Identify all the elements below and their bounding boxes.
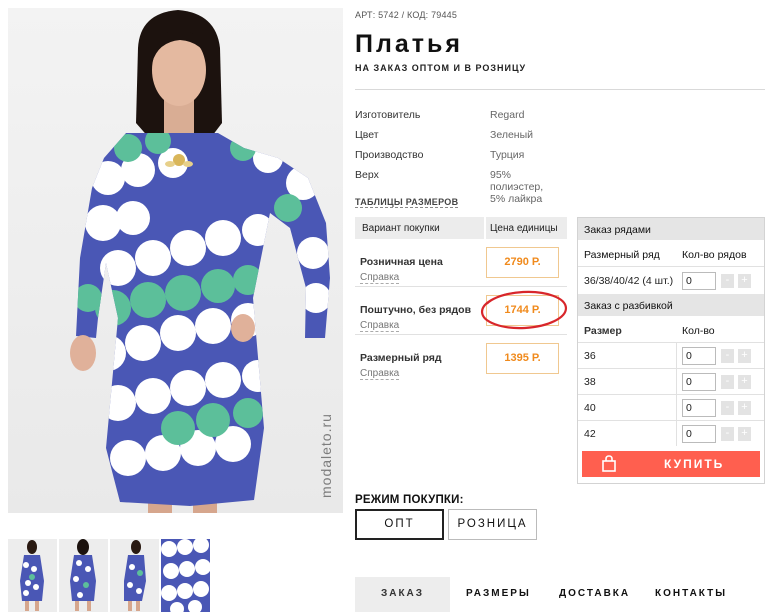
size-40-qty-input[interactable] (682, 399, 716, 417)
col-size-header: Размер (584, 325, 622, 337)
order-split-title: Заказ с разбивкой (584, 300, 673, 312)
col-rows-qty-header: Кол-во рядов (682, 249, 747, 261)
thumbnail-front[interactable] (8, 539, 57, 612)
thumbnail-fabric[interactable] (161, 539, 210, 612)
size-set-minus-button[interactable]: - (721, 274, 734, 288)
tab-order[interactable]: ЗАКАЗ (355, 577, 450, 612)
price-row-size-set: Размерный ряд Справка 1395 Р. (355, 335, 567, 383)
size-40-plus-button[interactable]: + (738, 401, 751, 415)
size-42-qty-input[interactable] (682, 425, 716, 443)
size-label: 36 (584, 350, 596, 362)
row-divider (578, 342, 764, 343)
watermark: modaleto.ru (318, 413, 334, 498)
size-label: 40 (584, 402, 596, 414)
help-link[interactable]: Справка (360, 368, 400, 380)
size-40-minus-button[interactable]: - (721, 401, 734, 415)
price-box: 1395 Р. (486, 343, 559, 374)
size-42-minus-button[interactable]: - (721, 427, 734, 441)
size-set-plus-button[interactable]: + (738, 274, 751, 288)
price-row-retail: Розничная цена Справка 2790 Р. (355, 239, 567, 287)
tab-delivery[interactable]: ДОСТАВКА (559, 577, 630, 612)
order-rows-header: Заказ рядами (578, 218, 764, 240)
col-size-set-header: Размерный ряд (584, 249, 660, 261)
info-tabs: ЗАКАЗ РАЗМЕРЫ ДОСТАВКА КОНТАКТЫ (355, 577, 770, 612)
thumbnail-back[interactable] (59, 539, 108, 612)
spec-value: 95% полиэстер, 5% лайкра (490, 169, 544, 205)
buy-button-label: КУПИТЬ (664, 457, 725, 471)
row-divider (578, 420, 764, 421)
sku-line: АРТ: 5742 / КОД: 79445 (355, 10, 458, 20)
spec-key: Изготовитель (355, 109, 421, 121)
order-rows-title: Заказ рядами (584, 224, 651, 236)
spec-key: Цвет (355, 129, 379, 141)
size-set-qty-input[interactable] (682, 272, 716, 290)
price-row-name: Розничная цена (360, 256, 443, 268)
size-38-minus-button[interactable]: - (721, 375, 734, 389)
spec-key: Верх (355, 169, 379, 181)
thumbnail-side[interactable] (110, 539, 159, 612)
size-42-plus-button[interactable]: + (738, 427, 751, 441)
size-label: 38 (584, 376, 596, 388)
col-variant-header: Вариант покупки (362, 223, 440, 234)
size-38-plus-button[interactable]: + (738, 375, 751, 389)
order-split-header: Заказ с разбивкой (578, 294, 764, 316)
page-subtitle: НА ЗАКАЗ ОПТОМ И В РОЗНИЦУ (355, 63, 527, 73)
highlight-circle (480, 290, 568, 330)
size-38-qty-input[interactable] (682, 373, 716, 391)
size-set-label: 36/38/40/42 (4 шт.) (584, 275, 674, 287)
page-title: Платья (355, 30, 463, 58)
order-panel: Заказ рядами Размерный ряд Кол-во рядов … (577, 217, 765, 484)
row-divider (578, 266, 764, 267)
size-tables-link[interactable]: ТАБЛИЦЫ РАЗМЕРОВ (355, 197, 459, 208)
size-label: 42 (584, 428, 596, 440)
price-row-name: Размерный ряд (360, 352, 442, 364)
price-box: 2790 Р. (486, 247, 559, 278)
size-36-minus-button[interactable]: - (721, 349, 734, 363)
price-row-name: Поштучно, без рядов (360, 304, 472, 316)
product-photo[interactable]: modaleto.ru (8, 8, 343, 513)
row-divider (578, 368, 764, 369)
tab-sizes[interactable]: РАЗМЕРЫ (466, 577, 531, 612)
size-36-qty-input[interactable] (682, 347, 716, 365)
shopping-bag-icon (602, 455, 616, 472)
header-divider (484, 217, 486, 239)
divider (355, 89, 765, 90)
mode-retail-button[interactable]: РОЗНИЦА (448, 509, 537, 540)
spec-value: Зеленый (490, 129, 534, 141)
price-table-header: Вариант покупки Цена единицы (355, 217, 567, 239)
mode-wholesale-button[interactable]: ОПТ (355, 509, 444, 540)
tab-contacts[interactable]: КОНТАКТЫ (655, 577, 727, 612)
help-link[interactable]: Справка (360, 272, 400, 284)
size-36-plus-button[interactable]: + (738, 349, 751, 363)
buy-button[interactable]: КУПИТЬ (582, 451, 760, 477)
model-illustration (70, 10, 330, 513)
row-divider (578, 394, 764, 395)
col-price-header: Цена единицы (490, 223, 558, 234)
purchase-mode-label: РЕЖИМ ПОКУПКИ: (355, 494, 464, 506)
help-link[interactable]: Справка (360, 320, 400, 332)
col-qty-header: Кол-во (682, 325, 715, 337)
spec-value: Турция (490, 149, 525, 161)
spec-key: Производство (355, 149, 424, 161)
spec-value: Regard (490, 109, 525, 121)
